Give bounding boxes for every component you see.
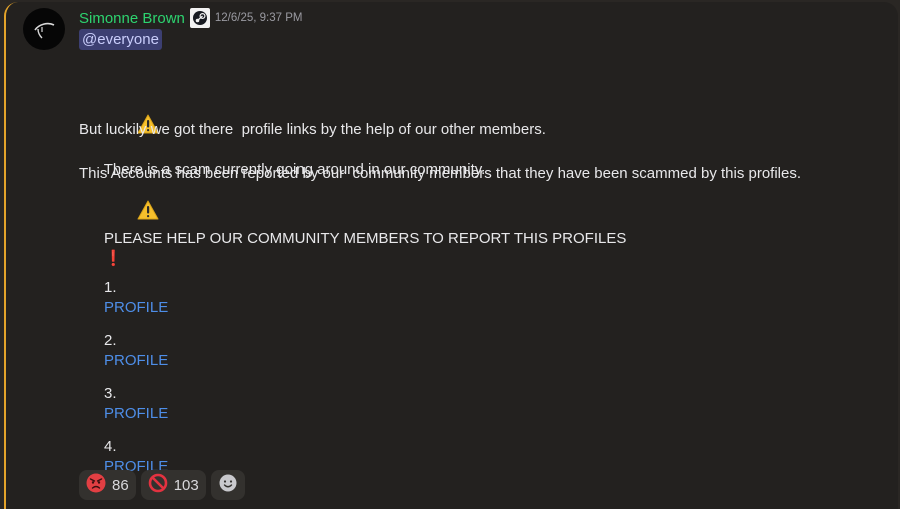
message-timestamp: 12/6/25, 9:37 PM [214, 12, 303, 24]
reaction-prohibited[interactable]: 103 [140, 470, 206, 500]
message-line-3: This Accounts has been reported by our c… [79, 165, 802, 182]
reaction-count: 86 [112, 476, 129, 494]
add-reaction-button[interactable] [210, 470, 245, 500]
reaction-count: 103 [173, 476, 199, 494]
prohibited-icon [148, 473, 168, 498]
add-reaction-icon [218, 473, 238, 498]
author-name[interactable]: Simonne Brown [79, 10, 185, 27]
chat-message: Simonne Brown 12/6/25, 9:37 PM @everyone [4, 2, 898, 509]
everyone-mention[interactable]: @everyone [79, 29, 162, 50]
reaction-angry[interactable]: 86 [79, 470, 136, 500]
list-number: 3. [104, 385, 117, 402]
reactions-bar: 86 103 [79, 470, 245, 500]
message-frame: Simonne Brown 12/6/25, 9:37 PM @everyone [0, 0, 900, 509]
message-line-2: But luckily we got there profile links b… [79, 121, 546, 138]
list-number: 1. [104, 279, 117, 296]
angry-face-icon [86, 473, 106, 498]
report-request-text: PLEASE HELP OUR COMMUNITY MEMBERS TO REP… [104, 230, 627, 247]
steam-icon [189, 8, 210, 28]
message-header: Simonne Brown 12/6/25, 9:37 PM [79, 7, 302, 29]
avatar[interactable] [23, 8, 65, 50]
list-number: 4. [104, 438, 117, 455]
list-number: 2. [104, 332, 117, 349]
